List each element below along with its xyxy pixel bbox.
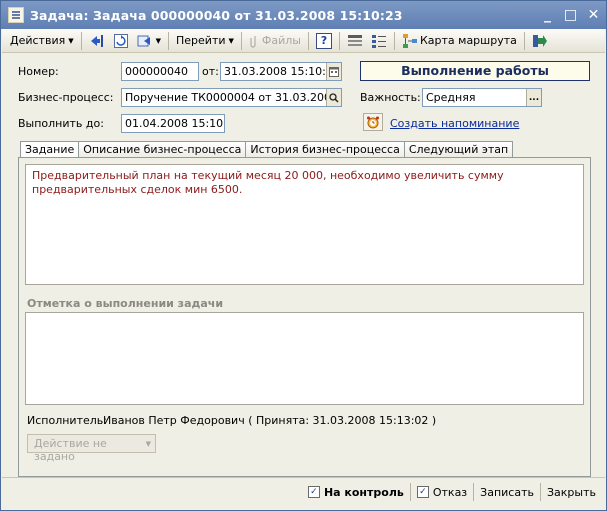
task-description-text[interactable]: Предварительный план на текущий месяц 20… — [25, 164, 584, 285]
files-label: Файлы — [261, 34, 301, 47]
action-label: Действие не задано — [34, 437, 107, 463]
dropdown-arrow-icon: ▼ — [145, 440, 151, 448]
due-label: Выполнить до: — [18, 117, 104, 130]
importance-value: Средняя — [426, 91, 476, 104]
status-banner: Выполнение работы — [360, 61, 590, 81]
execute-arrow-icon — [532, 34, 547, 47]
maximize-button[interactable]: □ — [560, 5, 581, 26]
date-value: 31.03.2008 15:10:23 — [224, 65, 340, 78]
process-label: Бизнес-процесс: — [18, 91, 114, 104]
date-field[interactable]: 31.03.2008 15:10:23 — [220, 62, 342, 81]
transfer-icon — [137, 35, 150, 46]
window-title: Задача: Задача 000000040 от 31.03.2008 1… — [30, 7, 403, 23]
toolbar-separator — [80, 31, 82, 50]
help-icon: ? — [315, 32, 332, 49]
completion-mark-title: Отметка о выполнении задачи — [27, 297, 224, 310]
minimize-button[interactable]: _ — [537, 5, 558, 26]
checkmark-icon: ✓ — [416, 486, 429, 498]
toolbar-separator — [240, 31, 242, 50]
bar-separator — [473, 483, 475, 501]
tab-next-stage[interactable]: Следующий этап — [403, 141, 514, 158]
process-value: Поручение ТК0000004 от 31.03.2008 15 — [125, 91, 342, 104]
tab-process-description[interactable]: Описание бизнес-процесса — [78, 141, 247, 158]
route-map-label: Карта маршрута — [419, 34, 517, 47]
dropdown-arrow-icon: ▼ — [68, 36, 74, 45]
checklist-icon — [371, 34, 386, 48]
process-search-button[interactable] — [326, 89, 341, 106]
due-date-field[interactable]: 01.04.2008 15:10 — [121, 114, 225, 133]
on-control-label: На контроль — [323, 485, 404, 499]
alarm-clock-icon — [367, 116, 379, 129]
close-form-button[interactable]: Закрыть — [542, 482, 601, 502]
reject-checkbox[interactable]: ✓ Отказ — [412, 482, 472, 502]
structure-button[interactable] — [367, 31, 391, 51]
on-control-checkbox[interactable]: ✓ На контроль — [303, 482, 409, 502]
number-field[interactable]: 000000040 — [121, 62, 199, 81]
toolbar-separator — [523, 31, 525, 50]
tab-process-history[interactable]: История бизнес-процесса — [245, 141, 405, 158]
toolbar: Действия ▼ ▼ Перейти ▼ Файлы ? Карта мар… — [2, 29, 605, 53]
refresh-button[interactable] — [109, 31, 133, 51]
goto-menu-button[interactable]: Перейти ▼ — [172, 31, 238, 51]
reminder-button[interactable] — [363, 113, 383, 131]
reject-label: Отказ — [432, 485, 468, 499]
toolbar-separator — [168, 31, 169, 50]
magnifier-icon — [329, 92, 339, 103]
back-arrow-icon — [90, 34, 103, 47]
completion-mark-field[interactable] — [25, 312, 584, 405]
number-label: Номер: — [18, 65, 59, 78]
goto-label: Перейти — [176, 34, 226, 47]
toolbar-separator — [307, 31, 309, 50]
dropdown-arrow-icon: ▼ — [228, 36, 234, 45]
action-dropdown[interactable]: Действие не задано ▼ — [27, 434, 156, 463]
task-tab-panel: Предварительный план на текущий месяц 20… — [18, 157, 591, 477]
back-button[interactable] — [85, 31, 109, 51]
route-map-button[interactable]: Карта маршрута — [398, 31, 521, 51]
task-window: Задача: Задача 000000040 от 31.03.2008 1… — [0, 0, 607, 511]
bar-separator — [540, 483, 541, 501]
list-view-button[interactable] — [343, 31, 367, 51]
refresh-icon — [113, 33, 128, 48]
bottom-bar: ✓ На контроль ✓ Отказ Записать Закрыть — [2, 479, 605, 505]
route-map-icon — [402, 33, 417, 48]
transfer-button[interactable]: ▼ — [133, 31, 165, 51]
executor-value: Иванов Петр Федорович ( Принята: 31.03.2… — [103, 414, 437, 427]
executor-label: Исполнитель: — [27, 414, 107, 427]
toolbar-separator — [393, 31, 395, 50]
create-reminder-link[interactable]: Создать напоминание — [390, 117, 519, 130]
save-button[interactable]: Записать — [475, 482, 539, 502]
importance-label: Важность: — [360, 91, 421, 104]
execute-button[interactable] — [528, 31, 552, 51]
form-icon — [8, 7, 24, 23]
actions-label: Действия — [10, 34, 66, 47]
list-icon — [347, 34, 362, 46]
help-button[interactable]: ? — [312, 31, 336, 51]
calendar-icon — [329, 66, 339, 77]
toolbar-separator — [338, 31, 340, 50]
from-label: от: — [202, 65, 219, 78]
checkmark-icon: ✓ — [307, 486, 320, 498]
actions-menu-button[interactable]: Действия ▼ — [6, 31, 78, 51]
bar-separator — [409, 483, 411, 501]
importance-field[interactable]: Средняя ... — [422, 88, 542, 107]
dropdown-arrow-icon: ▼ — [155, 36, 161, 45]
files-button[interactable]: Файлы — [245, 31, 305, 51]
importance-select-button[interactable]: ... — [526, 89, 541, 106]
tab-bar: Задание Описание бизнес-процесса История… — [20, 141, 514, 159]
divider — [2, 477, 605, 478]
title-bar[interactable]: Задача: Задача 000000040 от 31.03.2008 1… — [1, 1, 606, 29]
paperclip-icon — [250, 35, 256, 48]
process-field[interactable]: Поручение ТК0000004 от 31.03.2008 15 — [121, 88, 342, 107]
calendar-button[interactable] — [326, 63, 341, 80]
close-button[interactable]: ✕ — [583, 5, 604, 26]
